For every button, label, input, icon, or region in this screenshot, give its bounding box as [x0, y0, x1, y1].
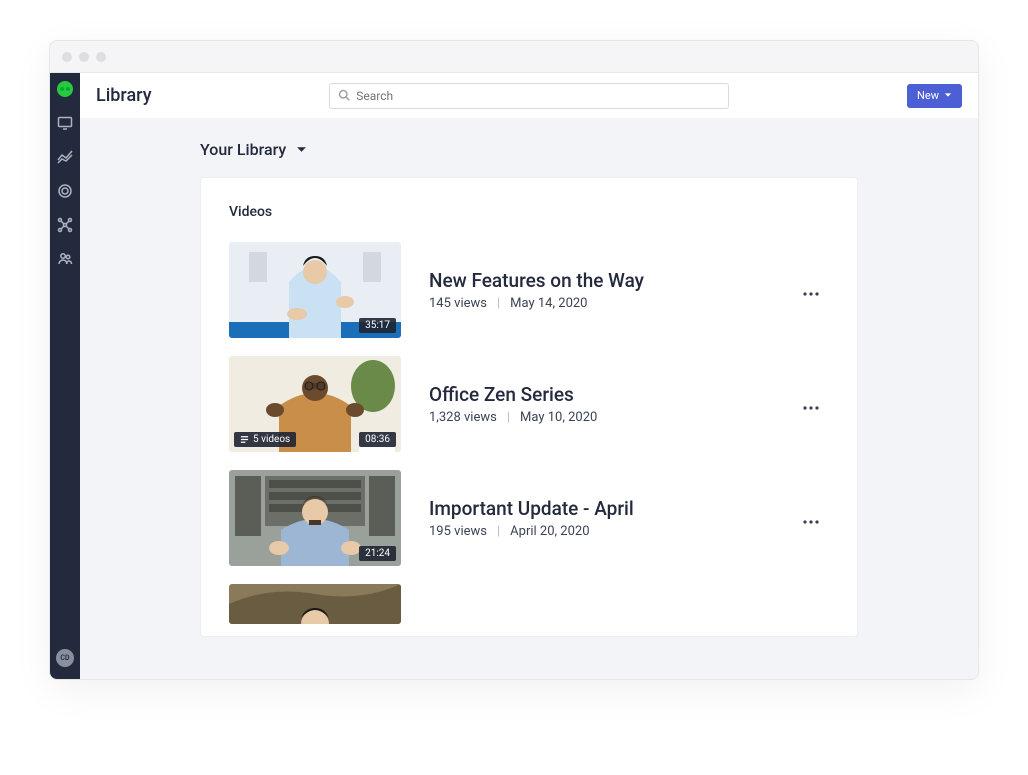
- app-body: CD Library New: [50, 73, 978, 679]
- video-meta: 145 views | May 14, 2020: [429, 296, 771, 311]
- playlist-badge: 5 videos: [234, 432, 296, 447]
- video-thumbnail[interactable]: 5 videos 08:36: [229, 356, 401, 452]
- video-row[interactable]: 21:24 Important Update - April 195 views…: [229, 470, 829, 566]
- ellipsis-icon: [803, 395, 819, 414]
- monitor-icon[interactable]: [57, 115, 73, 131]
- meta-separator: |: [497, 296, 500, 311]
- meta-separator: |: [507, 410, 510, 425]
- more-options-button[interactable]: [799, 278, 823, 302]
- duration-badge: 35:17: [359, 318, 396, 333]
- target-icon[interactable]: [57, 183, 73, 199]
- window-close-dot[interactable]: [62, 52, 72, 62]
- caret-down-icon: [944, 89, 952, 102]
- video-title: Important Update - April: [429, 497, 771, 520]
- new-button[interactable]: New: [907, 84, 962, 108]
- video-info: Important Update - April 195 views | Apr…: [429, 497, 771, 539]
- video-date: April 20, 2020: [510, 524, 589, 539]
- people-icon[interactable]: [57, 251, 73, 267]
- video-meta: 1,328 views | May 10, 2020: [429, 410, 771, 425]
- caret-down-icon: [296, 144, 307, 155]
- app-logo-icon[interactable]: [57, 81, 73, 97]
- video-date: May 10, 2020: [520, 410, 597, 425]
- page-title: Library: [96, 85, 152, 106]
- playlist-count: 5 videos: [253, 434, 290, 445]
- video-info: Office Zen Series 1,328 views | May 10, …: [429, 383, 771, 425]
- video-info: New Features on the Way 145 views | May …: [429, 269, 771, 311]
- search-icon: [338, 86, 350, 105]
- video-meta: 195 views | April 20, 2020: [429, 524, 771, 539]
- main-region: Library New Your Libr: [80, 73, 978, 679]
- duration-badge: 21:24: [359, 546, 396, 561]
- window-minimize-dot[interactable]: [79, 52, 89, 62]
- library-dropdown-label: Your Library: [200, 140, 286, 159]
- new-button-label: New: [917, 89, 939, 102]
- search-input[interactable]: [356, 89, 720, 103]
- sidebar-nav: CD: [50, 73, 80, 679]
- window-maximize-dot[interactable]: [96, 52, 106, 62]
- video-row[interactable]: 35:17 New Features on the Way 145 views …: [229, 242, 829, 338]
- video-thumbnail[interactable]: 35:17: [229, 242, 401, 338]
- video-row[interactable]: 5 videos 08:36 Office Zen Series 1,328 v…: [229, 356, 829, 452]
- playlist-icon: [240, 435, 249, 444]
- video-row[interactable]: [229, 584, 829, 624]
- library-dropdown[interactable]: Your Library: [200, 140, 858, 159]
- more-options-button[interactable]: [799, 506, 823, 530]
- video-title: Office Zen Series: [429, 383, 771, 406]
- meta-separator: |: [497, 524, 500, 539]
- app-window: CD Library New: [49, 40, 979, 680]
- search-field[interactable]: [329, 83, 729, 109]
- ellipsis-icon: [803, 509, 819, 528]
- more-options-button[interactable]: [799, 392, 823, 416]
- video-views: 1,328 views: [429, 410, 497, 425]
- ellipsis-icon: [803, 281, 819, 300]
- duration-badge: 08:36: [359, 432, 396, 447]
- video-title: New Features on the Way: [429, 269, 771, 292]
- videos-card: Videos: [200, 177, 858, 637]
- video-date: May 14, 2020: [510, 296, 587, 311]
- video-views: 195 views: [429, 524, 487, 539]
- video-thumbnail[interactable]: 21:24: [229, 470, 401, 566]
- window-titlebar: [50, 41, 978, 73]
- top-bar: Library New: [80, 73, 978, 118]
- video-thumbnail[interactable]: [229, 584, 401, 624]
- network-icon[interactable]: [57, 217, 73, 233]
- video-views: 145 views: [429, 296, 487, 311]
- analytics-icon[interactable]: [57, 149, 73, 165]
- content-area: Your Library Videos: [80, 118, 978, 679]
- user-avatar[interactable]: CD: [56, 649, 74, 667]
- section-title-videos: Videos: [229, 204, 829, 220]
